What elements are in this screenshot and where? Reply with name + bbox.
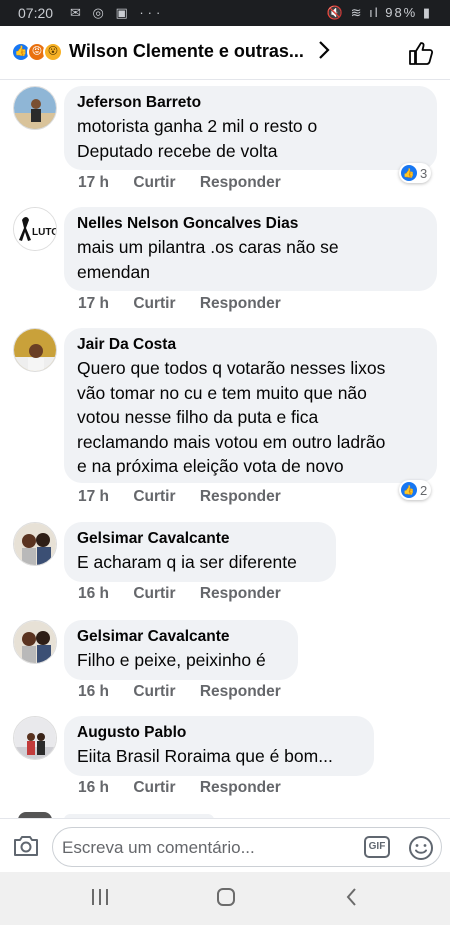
like-post-icon[interactable] [408, 40, 434, 66]
like-icon: 👍 [401, 165, 417, 181]
avatar[interactable] [13, 716, 57, 760]
comment-text-line: motorista ganha 2 mil o resto o [77, 116, 318, 136]
comment-text-line: Filho e peixe, peixinho é [77, 650, 266, 670]
comment-actions: 17 h Curtir Responder [78, 295, 301, 313]
home-icon[interactable] [215, 886, 237, 914]
comment-input[interactable]: Escreva um comentário... GIF [52, 827, 442, 867]
comment-actions: 17 h Curtir Responder [78, 174, 301, 192]
comment-text: Filho e peixe, peixinho é [77, 648, 285, 673]
like-button[interactable]: Curtir [133, 585, 175, 602]
gif-icon[interactable]: GIF [364, 836, 390, 858]
comment-like-count[interactable]: 👍 3 [399, 163, 432, 183]
comment-bubble[interactable]: Gelsimar Cavalcante E acharam q ia ser d… [64, 522, 336, 582]
system-navigation-bar [0, 872, 450, 925]
avatar[interactable] [13, 620, 57, 664]
comment-text-line: votou nesse filho da puta e fica [77, 407, 319, 427]
camera-icon[interactable] [12, 833, 40, 859]
comment-text-line: emendan [77, 261, 150, 282]
comment-bubble[interactable]: Gelsimar Cavalcante Filho e peixe, peixi… [64, 620, 298, 680]
comment-time: 16 h [78, 683, 110, 700]
reply-button[interactable]: Responder [200, 295, 281, 312]
comment-bubble[interactable]: Jair Da Costa Quero que todos q votarão … [64, 328, 437, 483]
like-count: 3 [420, 165, 428, 181]
recent-apps-icon[interactable] [90, 886, 110, 914]
back-icon[interactable] [343, 886, 361, 914]
comment-text-line: Eiita Brasil Roraima que é bom... [77, 746, 333, 766]
comment-text-line: e na próxima eleição vota de novo [77, 456, 344, 476]
comment-text-line: reclamando mais votou em outro ladrão [77, 431, 386, 452]
comment-author[interactable]: Gelsimar Cavalcante [77, 530, 323, 548]
comment-author[interactable]: Jeferson Barreto [77, 94, 424, 112]
reply-button[interactable]: Responder [200, 488, 281, 505]
like-count: 2 [420, 482, 428, 498]
clock: 07:20 [18, 5, 54, 21]
comment-text-line: mais um pilantra .os caras não se [77, 237, 339, 257]
reply-button[interactable]: Responder [200, 585, 281, 602]
comment-text-line: vão tomar no cu e tem muito que não [77, 382, 367, 403]
comment-author[interactable]: Jair Da Costa [77, 336, 424, 354]
reactors-title[interactable]: Wilson Clemente e outras... [69, 41, 304, 62]
avatar[interactable] [13, 328, 57, 372]
status-bar: 07:20 ✉ ◎ ▣ ··· 🔇 ≋ ıl 98% ▮ [0, 0, 450, 26]
comment-author[interactable]: Gelsimar Cavalcante [77, 628, 285, 646]
comment-text-line: Quero que todos q votarão nesses lixos [77, 358, 386, 378]
comment-bubble[interactable]: Augusto Pablo Eiita Brasil Roraima que é… [64, 716, 374, 776]
chevron-right-icon[interactable] [316, 38, 332, 68]
comment-time: 17 h [78, 488, 110, 505]
emoji-icon[interactable] [408, 835, 434, 861]
reply-button[interactable]: Responder [200, 174, 281, 191]
avatar[interactable]: LUTO [13, 207, 57, 251]
like-button[interactable]: Curtir [133, 683, 175, 700]
comment-time: 16 h [78, 779, 110, 796]
comment-actions: 16 h Curtir Responder [78, 585, 301, 603]
wow-reaction-icon: 😮 [43, 42, 63, 62]
comment-time: 17 h [78, 295, 110, 312]
comment-author[interactable]: Nelles Nelson Goncalves Dias [77, 215, 424, 233]
comments-header: 👍 😡 😮 Wilson Clemente e outras... [0, 26, 450, 80]
reaction-summary[interactable]: 👍 😡 😮 [11, 42, 67, 62]
like-button[interactable]: Curtir [133, 174, 175, 191]
like-button[interactable]: Curtir [133, 295, 175, 312]
reply-button[interactable]: Responder [200, 683, 281, 700]
comment-composer: Escreva um comentário... GIF [0, 818, 450, 872]
comment-text: Quero que todos q votarão nesses lixos v… [77, 356, 424, 479]
comment-text: mais um pilantra .os caras não se emenda… [77, 235, 424, 284]
comment-actions: 17 h Curtir Responder [78, 488, 301, 506]
comment-time: 16 h [78, 585, 110, 602]
comment-text-line: Deputado recebe de volta [77, 140, 278, 161]
comment-bubble[interactable]: Jeferson Barreto motorista ganha 2 mil o… [64, 86, 437, 170]
avatar-label: LUTO [32, 227, 57, 238]
comment-bubble[interactable]: Nelles Nelson Goncalves Dias mais um pil… [64, 207, 437, 291]
avatar[interactable] [13, 522, 57, 566]
comment-text: Eiita Brasil Roraima que é bom... [77, 744, 361, 769]
comment-text: E acharam q ia ser diferente [77, 550, 323, 575]
comment-author[interactable]: Augusto Pablo [77, 724, 361, 742]
avatar[interactable] [13, 86, 57, 130]
like-icon: 👍 [401, 482, 417, 498]
comment-actions: 16 h Curtir Responder [78, 779, 301, 797]
comment-actions: 16 h Curtir Responder [78, 683, 301, 701]
comment-like-count[interactable]: 👍 2 [399, 480, 432, 500]
comment-text: motorista ganha 2 mil o resto o Deputado… [77, 114, 424, 163]
system-icons: 🔇 ≋ ıl 98% ▮ [326, 5, 432, 20]
like-button[interactable]: Curtir [133, 779, 175, 796]
comment-time: 17 h [78, 174, 110, 191]
comment-text-line: E acharam q ia ser diferente [77, 552, 297, 572]
reply-button[interactable]: Responder [200, 779, 281, 796]
like-button[interactable]: Curtir [133, 488, 175, 505]
comment-input-placeholder[interactable]: Escreva um comentário... [62, 838, 255, 858]
notification-icons: ✉ ◎ ▣ ··· [70, 5, 165, 20]
